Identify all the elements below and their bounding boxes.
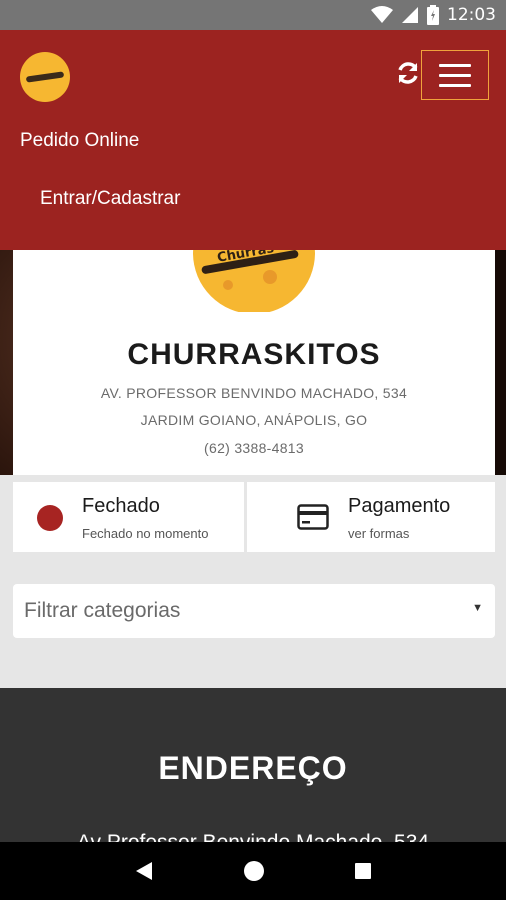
category-filter-placeholder: Filtrar categorias: [24, 599, 181, 622]
header-logo[interactable]: [20, 52, 70, 102]
credit-card-icon: [297, 504, 329, 530]
store-name: CHURRASKITOS: [127, 338, 381, 371]
address-section-title: ENDEREÇO: [158, 750, 348, 786]
open-status-tile: Fechado Fechado no momento: [13, 482, 244, 552]
dropdown-arrow-icon: ▼: [472, 602, 483, 614]
status-time: 12:03: [447, 5, 496, 25]
store-info-card: Churras CHURRASKITOS AV. PROFESSOR BENVI…: [13, 210, 495, 475]
category-filter-select[interactable]: Filtrar categorias ▼: [13, 584, 495, 638]
payment-tile[interactable]: Pagamento ver formas: [247, 482, 495, 552]
status-bar: 12:03: [0, 0, 506, 30]
store-address-line1: AV. PROFESSOR BENVINDO MACHADO, 534: [100, 385, 408, 401]
menu-icon[interactable]: [421, 50, 489, 100]
battery-icon: [427, 5, 439, 25]
wifi-icon: [371, 6, 393, 23]
payment-title: Pagamento: [348, 495, 451, 517]
signal-icon: [402, 7, 418, 23]
nav-link-entrar-cadastrar[interactable]: Entrar/Cadastrar: [40, 188, 180, 210]
open-status-subtitle: Fechado no momento: [82, 526, 209, 541]
app-header: Pedido Online Entrar/Cadastrar: [0, 30, 506, 250]
recents-icon[interactable]: [354, 862, 372, 880]
refresh-icon[interactable]: [395, 60, 421, 86]
store-phone[interactable]: (62) 3388-4813: [13, 440, 495, 456]
payment-subtitle[interactable]: ver formas: [348, 526, 409, 541]
store-address-line2: JARDIM GOIANO, ANÁPOLIS, GO: [140, 412, 368, 428]
back-icon[interactable]: [134, 860, 154, 882]
nav-link-pedido-online[interactable]: Pedido Online: [20, 130, 139, 152]
system-navigation-bar: [0, 842, 506, 900]
closed-status-dot: [37, 505, 63, 531]
app-screen: 12:03 Churras CHURRASKITOS AV. PROFESSOR…: [0, 0, 506, 900]
home-icon[interactable]: [243, 860, 265, 882]
open-status-title: Fechado: [82, 495, 160, 517]
